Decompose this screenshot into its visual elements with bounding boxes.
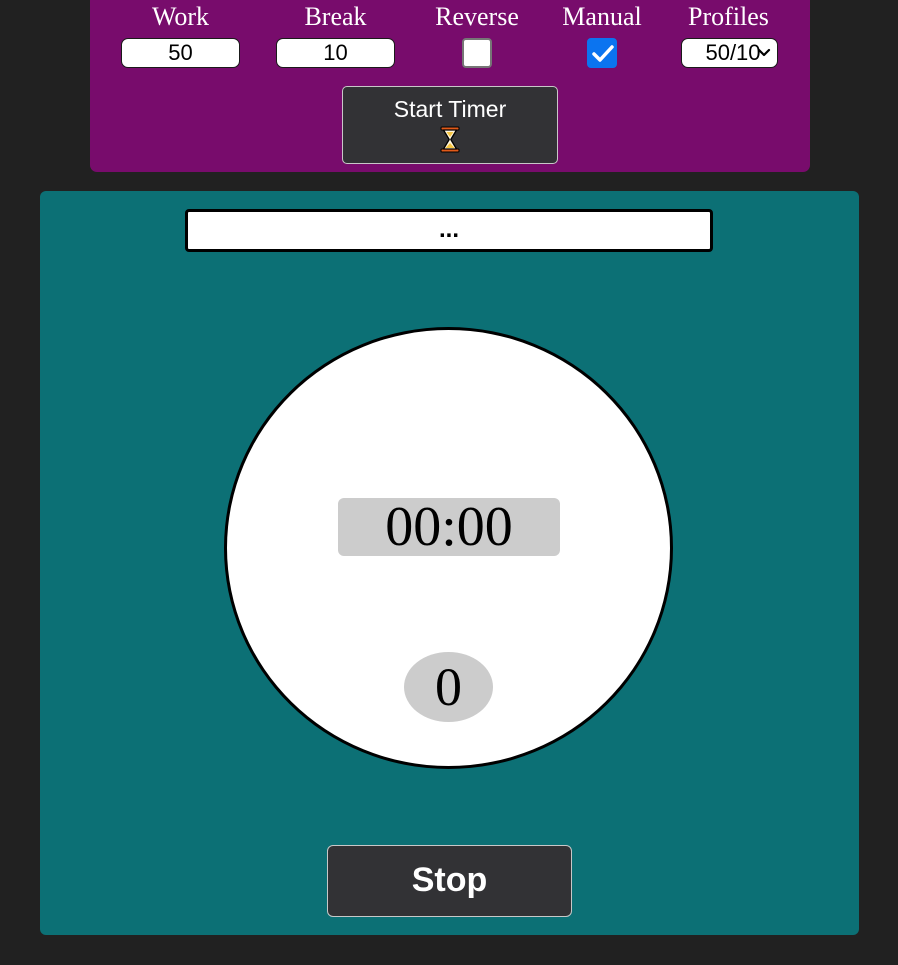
start-timer-label: Start Timer (393, 96, 507, 122)
chevron-down-icon (757, 48, 771, 57)
break-input[interactable] (276, 38, 395, 68)
reverse-checkbox[interactable] (462, 38, 492, 68)
profiles-label: Profiles (688, 2, 769, 31)
settings-panel: Work Break Reverse Manual Profiles 50/10… (90, 0, 810, 172)
hourglass-icon (440, 126, 460, 153)
profiles-selected-value: 50/10 (705, 40, 761, 65)
work-label: Work (151, 2, 210, 31)
break-label: Break (304, 2, 367, 31)
reverse-label: Reverse (435, 2, 519, 31)
checkmark-icon (592, 45, 614, 62)
timer-dial: 00:00 0 (224, 327, 673, 769)
task-display[interactable]: ... (185, 209, 713, 252)
session-count: 0 (404, 652, 493, 722)
work-input[interactable] (121, 38, 240, 68)
start-timer-button[interactable]: Start Timer (342, 86, 558, 164)
manual-label: Manual (562, 2, 642, 31)
profiles-select[interactable]: 50/10 (681, 38, 778, 68)
time-display: 00:00 (338, 498, 560, 556)
manual-checkbox[interactable] (587, 38, 617, 68)
timer-panel: ... 00:00 0 Stop (40, 191, 859, 935)
stop-button[interactable]: Stop (327, 845, 572, 917)
